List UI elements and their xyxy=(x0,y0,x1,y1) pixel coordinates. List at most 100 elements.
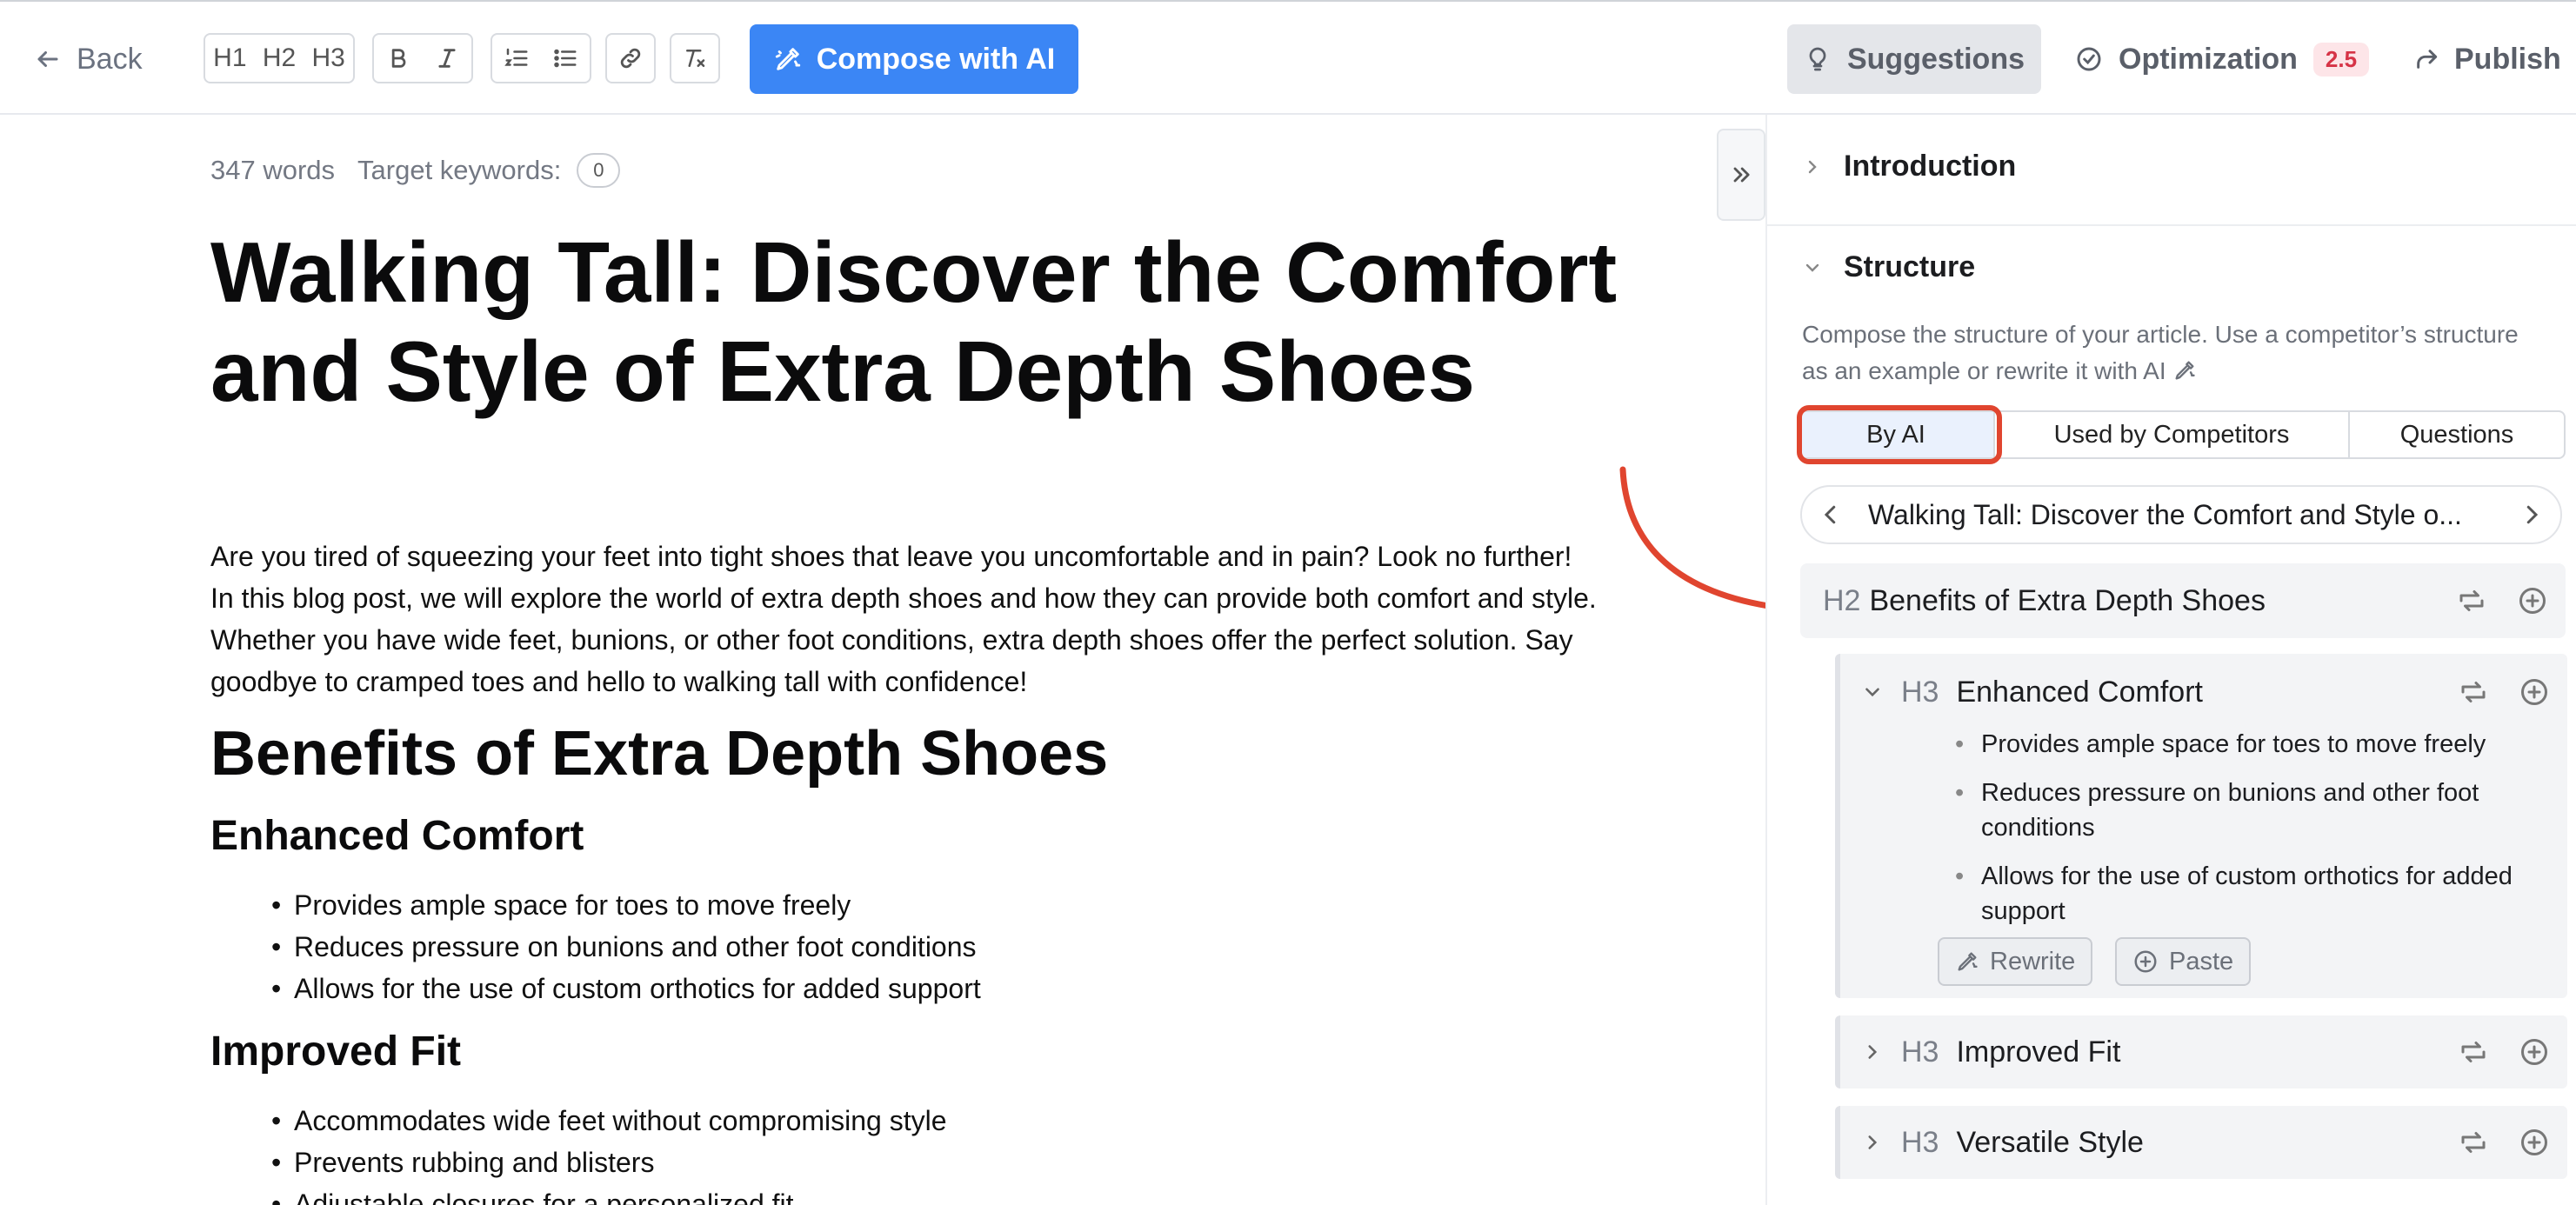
heading-improved-fit[interactable]: Improved Fit xyxy=(210,1028,461,1075)
link-icon xyxy=(620,48,641,69)
structure-source-tabs: By AI Used by Competitors Questions xyxy=(1797,410,2566,459)
clear-format-group xyxy=(670,33,720,83)
intro-paragraph[interactable]: Are you tired of squeezing your feet int… xyxy=(210,536,1602,702)
chevron-down-icon xyxy=(1805,263,1819,272)
bullet-list-icon xyxy=(554,49,577,68)
list-item[interactable]: Reduces pressure on bunions and other fo… xyxy=(271,926,981,968)
document-meta: 347 words Target keywords: 0 xyxy=(210,153,621,188)
add-circle-icon[interactable] xyxy=(2519,1036,2550,1068)
format-buttons-group xyxy=(372,33,473,83)
add-circle-icon[interactable] xyxy=(2519,676,2550,708)
publish-button[interactable]: Publish xyxy=(2412,24,2561,94)
italic-button[interactable] xyxy=(423,35,471,82)
optimization-score-badge: 2.5 xyxy=(2312,42,2370,77)
insert-into-editor-icon[interactable] xyxy=(2458,1036,2489,1068)
heading-enhanced-comfort[interactable]: Enhanced Comfort xyxy=(210,812,584,860)
target-keywords-count[interactable]: 0 xyxy=(577,153,621,188)
add-circle-icon xyxy=(2134,950,2157,973)
row-actions xyxy=(2458,654,2550,730)
target-keywords-label: Target keywords: xyxy=(357,155,562,185)
rewrite-label: Rewrite xyxy=(1990,947,2076,975)
add-circle-icon[interactable] xyxy=(2517,585,2548,616)
italic-icon xyxy=(438,49,456,68)
back-button[interactable]: Back xyxy=(35,35,143,83)
collapse-panel-button[interactable] xyxy=(1717,129,1765,221)
magic-pen-icon xyxy=(1958,952,1978,971)
fit-list: Accommodates wide feet without compromis… xyxy=(271,1100,947,1205)
link-button-group xyxy=(605,33,656,83)
bold-icon xyxy=(391,49,406,68)
variant-title: Walking Tall: Discover the Comfort and S… xyxy=(1868,498,2462,530)
publish-label: Publish xyxy=(2454,42,2561,76)
structure-variant-selector: Walking Tall: Discover the Comfort and S… xyxy=(1800,485,2562,544)
next-variant-button[interactable] xyxy=(2503,502,2560,528)
magic-pen-icon xyxy=(775,48,800,70)
lightbulb-icon xyxy=(1809,47,1826,71)
chevron-down-icon xyxy=(1865,688,1879,697)
check-circle-icon xyxy=(2077,47,2101,71)
tab-by-ai[interactable]: By AI xyxy=(1799,412,1995,457)
heading-1-button[interactable]: H1 xyxy=(205,35,255,82)
tab-used-by-competitors[interactable]: Used by Competitors xyxy=(1995,412,2350,457)
list-item[interactable]: Provides ample space for toes to move fr… xyxy=(271,884,981,926)
outline-h3-toggle[interactable]: H3 Enhanced Comfort xyxy=(1861,666,2203,718)
row-actions xyxy=(2456,563,2548,638)
editor-toolbar: Back H1 H2 H3 Compose with AI Suggestion… xyxy=(0,0,2576,115)
add-circle-icon[interactable] xyxy=(2519,1127,2550,1158)
outline-h3-toggle[interactable]: H3 Improved Fit xyxy=(1861,1015,2120,1088)
heading-buttons-group: H1 H2 H3 xyxy=(204,33,355,83)
chevron-right-icon xyxy=(1808,160,1817,173)
heading-benefits[interactable]: Benefits of Extra Depth Shoes xyxy=(210,718,1108,789)
structure-description: Compose the structure of your article. U… xyxy=(1802,321,2519,384)
list-item[interactable]: Allows for the use of custom orthotics f… xyxy=(271,968,981,1009)
tab-questions[interactable]: Questions xyxy=(2350,412,2564,457)
optimization-button[interactable]: Optimization 2.5 xyxy=(2075,24,2370,94)
rewrite-button[interactable]: Rewrite xyxy=(1938,937,2093,986)
list-item[interactable]: Adjustable closures for a personalized f… xyxy=(271,1183,947,1205)
list-item[interactable]: Accommodates wide feet without compromis… xyxy=(271,1100,947,1142)
introduction-section-toggle[interactable]: Introduction xyxy=(1802,150,2016,183)
heading-level-tag: H2 xyxy=(1823,583,1861,617)
heading-level-tag: H3 xyxy=(1901,675,1939,709)
structure-section-toggle[interactable]: Structure xyxy=(1802,250,1975,284)
outline-h3-improved-fit[interactable]: H3 Improved Fit xyxy=(1835,1015,2567,1088)
document-title[interactable]: Walking Tall: Discover the Comfort and S… xyxy=(210,223,1619,421)
magic-pen-icon xyxy=(2175,361,2196,380)
insert-into-editor-icon[interactable] xyxy=(2458,1127,2489,1158)
clear-formatting-button[interactable] xyxy=(671,35,718,82)
link-button[interactable] xyxy=(607,35,654,82)
outline-h3-label: Versatile Style xyxy=(1956,1125,2144,1159)
list-item[interactable]: Prevents rubbing and blisters xyxy=(271,1142,947,1183)
outline-h2-benefits[interactable]: H2 Benefits of Extra Depth Shoes xyxy=(1800,563,2566,638)
list-item: Provides ample space for toes to move fr… xyxy=(1955,727,2555,762)
back-label: Back xyxy=(77,42,143,76)
outline-h3-versatile-style[interactable]: H3 Versatile Style xyxy=(1835,1106,2567,1179)
structure-label: Structure xyxy=(1844,250,1976,283)
chevron-right-icon xyxy=(2526,505,2539,524)
compose-with-ai-button[interactable]: Compose with AI xyxy=(750,24,1078,94)
insert-into-editor-icon[interactable] xyxy=(2456,585,2487,616)
row-actions xyxy=(2458,1015,2550,1088)
suggestions-label: Suggestions xyxy=(1846,42,2025,76)
heading-2-button[interactable]: H2 xyxy=(255,35,304,82)
list-item: Reduces pressure on bunions and other fo… xyxy=(1955,776,2555,845)
paste-button[interactable]: Paste xyxy=(2115,937,2252,986)
heading-level-tag: H3 xyxy=(1901,1125,1939,1159)
bullet-list-button[interactable] xyxy=(541,35,590,82)
compose-label: Compose with AI xyxy=(816,42,1056,76)
outline-h3-toggle[interactable]: H3 Versatile Style xyxy=(1861,1106,2144,1179)
divider xyxy=(1767,224,2576,226)
outline-h3-label: Enhanced Comfort xyxy=(1956,675,2203,709)
suggestions-button[interactable]: Suggestions xyxy=(1787,24,2041,94)
list-item: Allows for the use of custom orthotics f… xyxy=(1955,859,2555,929)
outline-h3-points: Provides ample space for toes to move fr… xyxy=(1955,727,2555,942)
double-chevron-right-icon xyxy=(1733,167,1750,183)
previous-variant-button[interactable] xyxy=(1802,502,1859,528)
bold-button[interactable] xyxy=(374,35,423,82)
chevron-left-icon xyxy=(1824,505,1836,524)
insert-into-editor-icon[interactable] xyxy=(2458,676,2489,708)
share-arrow-icon xyxy=(2417,50,2438,69)
optimization-label: Optimization xyxy=(2119,42,2298,76)
ordered-list-button[interactable] xyxy=(492,35,541,82)
heading-3-button[interactable]: H3 xyxy=(304,35,353,82)
